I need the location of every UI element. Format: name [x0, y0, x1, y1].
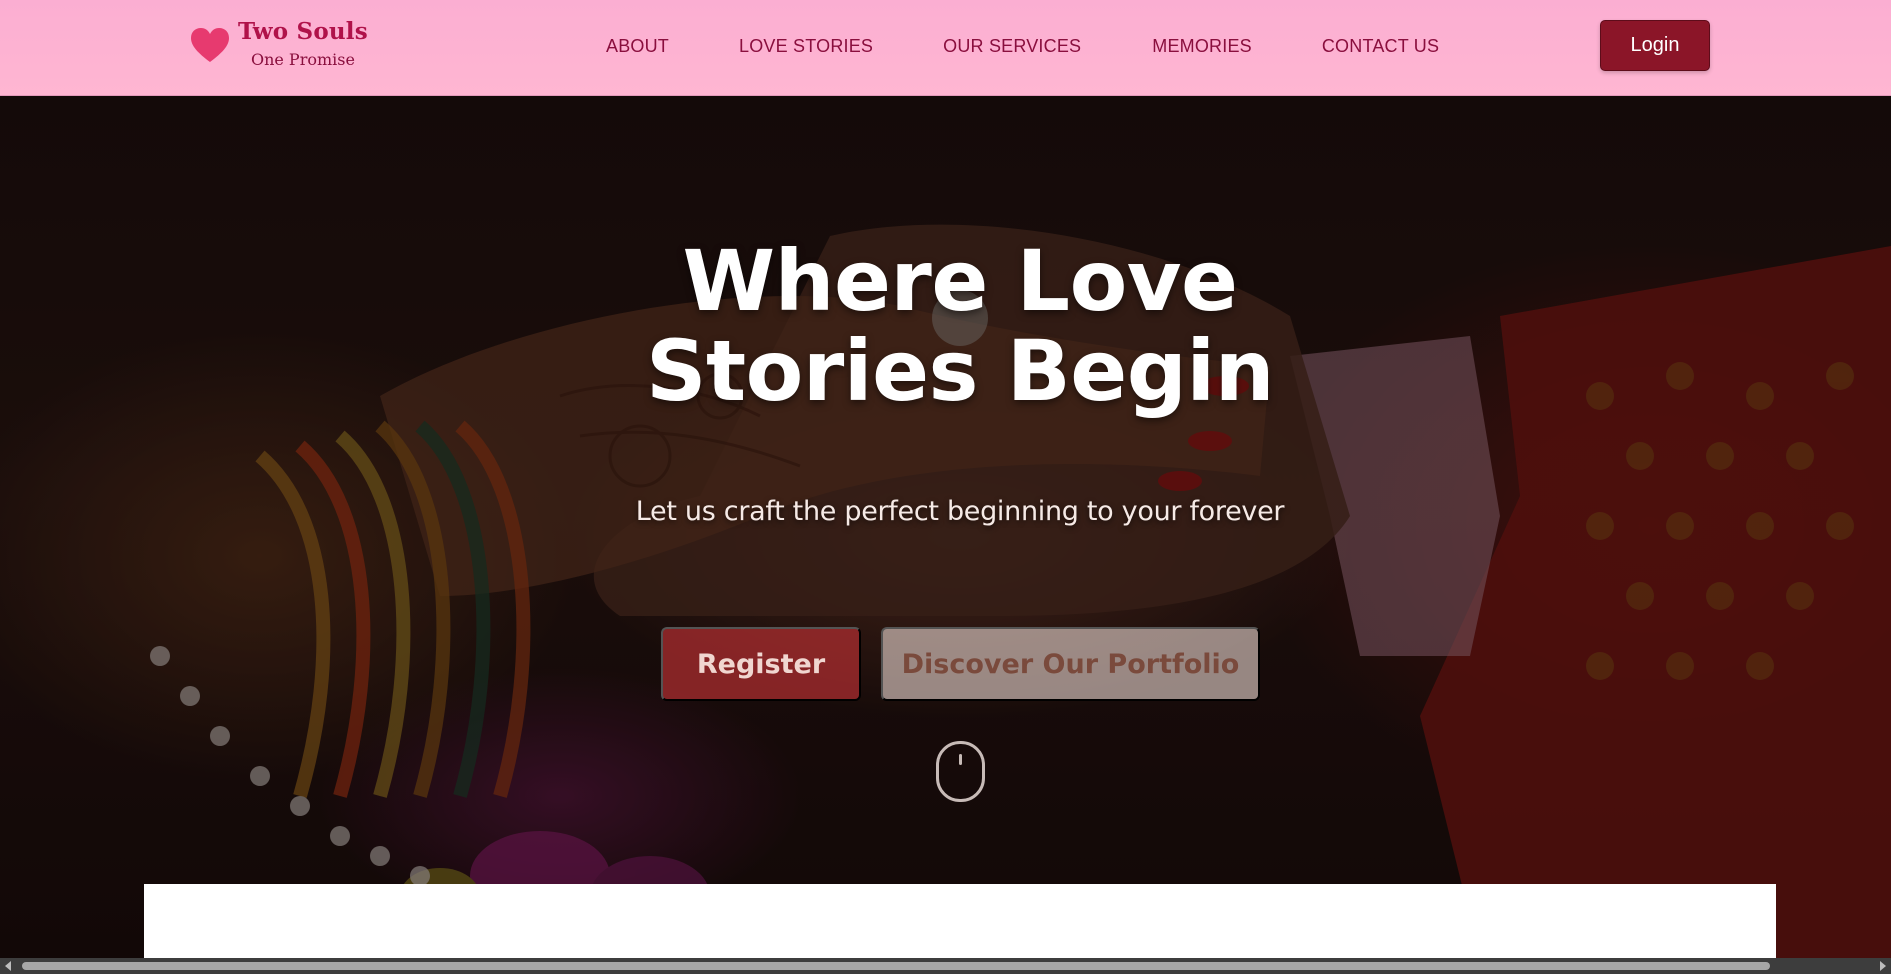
- register-button[interactable]: Register: [661, 627, 861, 701]
- main-nav: ABOUT LOVE STORIES OUR SERVICES MEMORIES…: [606, 36, 1439, 57]
- brand-logo[interactable]: Two Souls One Promise: [190, 18, 368, 70]
- hero-subtitle: Let us craft the perfect beginning to yo…: [635, 496, 1285, 527]
- site-header: Two Souls One Promise ABOUT LOVE STORIES…: [0, 0, 1891, 96]
- login-button[interactable]: Login: [1600, 20, 1710, 71]
- brand-subtitle: One Promise: [250, 50, 355, 69]
- discover-portfolio-button[interactable]: Discover Our Portfolio: [881, 627, 1260, 701]
- scroll-left-arrow-icon[interactable]: [5, 961, 11, 971]
- horizontal-scrollbar[interactable]: [0, 958, 1891, 974]
- scroll-right-arrow-icon[interactable]: [1880, 961, 1886, 971]
- scrollbar-thumb[interactable]: [22, 962, 1770, 970]
- brand-title: Two Souls: [238, 18, 368, 45]
- mouse-scroll-icon[interactable]: [936, 741, 985, 802]
- content-card: [144, 884, 1776, 958]
- hero-title-line-1: Where Love: [682, 232, 1238, 330]
- nav-item-our-services[interactable]: OUR SERVICES: [943, 36, 1081, 57]
- nav-item-about[interactable]: ABOUT: [606, 36, 669, 57]
- hero-title: Where Love Stories Begin: [0, 236, 1891, 416]
- hero-section: Where Love Stories Begin Let us craft th…: [0, 96, 1891, 958]
- nav-item-contact-us[interactable]: CONTACT US: [1322, 36, 1439, 57]
- hero-title-line-2: Stories Begin: [645, 322, 1275, 420]
- nav-item-memories[interactable]: MEMORIES: [1152, 36, 1252, 57]
- heart-icon: [191, 28, 229, 62]
- nav-item-love-stories[interactable]: LOVE STORIES: [739, 36, 873, 57]
